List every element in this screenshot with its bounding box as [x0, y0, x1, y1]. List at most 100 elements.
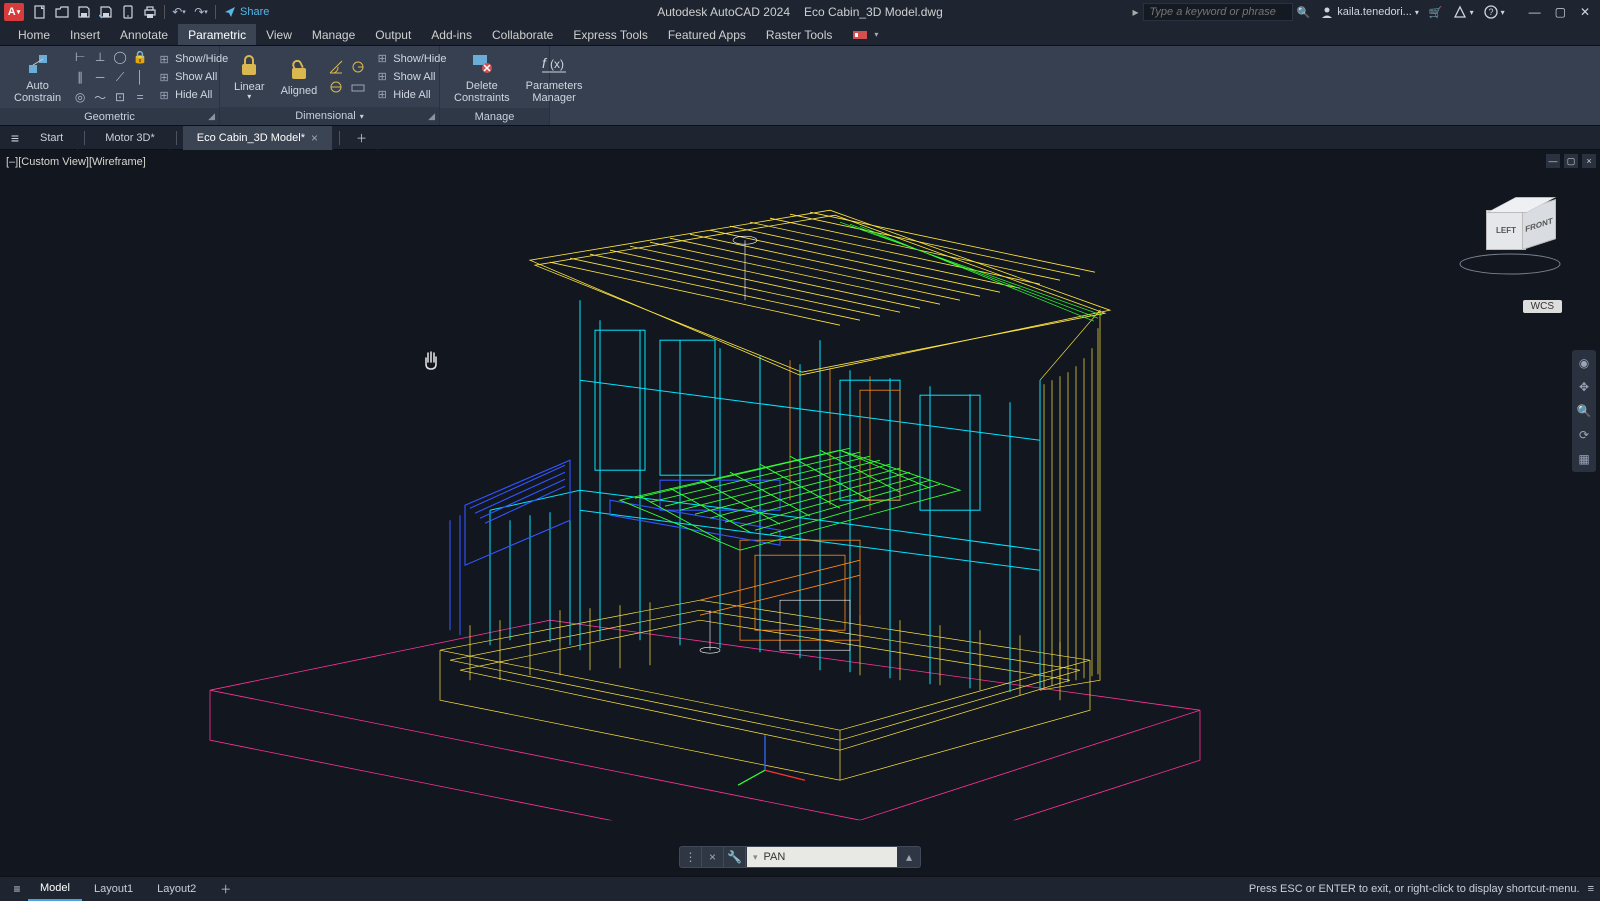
search-box[interactable]: ▸ 🔍: [1133, 3, 1311, 21]
app-menu-button[interactable]: A▾: [4, 3, 24, 21]
aligned-button[interactable]: Aligned: [275, 53, 324, 99]
showmotion-icon[interactable]: ▦: [1575, 450, 1593, 468]
linear-button[interactable]: Linear▾: [228, 49, 271, 104]
add-layout-button[interactable]: ＋: [208, 877, 243, 901]
tab-insert[interactable]: Insert: [60, 24, 110, 45]
cmd-wrench-icon[interactable]: 🔧: [724, 846, 746, 868]
status-customize-icon[interactable]: ≡: [1588, 883, 1594, 895]
smooth-icon[interactable]: ～: [91, 88, 109, 106]
layout-tab-layout2[interactable]: Layout2: [145, 877, 208, 901]
doc-tab-motor3d[interactable]: Motor 3D*: [91, 126, 170, 150]
plot-icon[interactable]: [142, 4, 158, 20]
cmd-recent-icon[interactable]: ▾: [753, 852, 758, 863]
redo-icon[interactable]: ↷▾: [193, 4, 209, 20]
search-input[interactable]: [1143, 3, 1293, 21]
horizontal-icon[interactable]: ─: [91, 68, 109, 86]
diameter-icon[interactable]: [327, 78, 345, 96]
cmd-customize-icon[interactable]: ⋮: [680, 846, 702, 868]
angular-icon[interactable]: [327, 58, 345, 76]
tab-annotate[interactable]: Annotate: [110, 24, 178, 45]
parameters-manager-button[interactable]: f(x) Parameters Manager: [520, 48, 589, 106]
title-bar: A▾ ↶▾ ↷▾ Share Autodesk AutoCAD 2024 Eco…: [0, 0, 1600, 24]
dimensional-show-all-button[interactable]: ⊞Show All: [371, 69, 450, 85]
auto-constrain-button[interactable]: Auto Constrain: [8, 48, 67, 106]
close-tab-icon[interactable]: ×: [311, 131, 318, 145]
ribbon-extra-button[interactable]: ▾: [852, 24, 878, 45]
tab-home[interactable]: Home: [8, 24, 60, 45]
tab-manage[interactable]: Manage: [302, 24, 365, 45]
tab-collaborate[interactable]: Collaborate: [482, 24, 563, 45]
viewcube-compass-icon[interactable]: [1450, 252, 1570, 282]
wcs-label[interactable]: WCS: [1523, 300, 1562, 313]
layout-tab-model[interactable]: Model: [28, 877, 82, 901]
convert-icon[interactable]: [349, 78, 367, 96]
delete-constraints-icon: [468, 50, 496, 78]
delete-constraints-button[interactable]: Delete Constraints: [448, 48, 516, 106]
viewport-label[interactable]: [–][Custom View][Wireframe]: [6, 156, 146, 168]
tab-raster-tools[interactable]: Raster Tools: [756, 24, 842, 45]
pan-nav-icon[interactable]: ✥: [1575, 378, 1593, 396]
dimensional-show-hide-button[interactable]: ⊞Show/Hide: [371, 51, 450, 67]
save-icon[interactable]: [76, 4, 92, 20]
viewport-minimize-icon[interactable]: —: [1546, 154, 1560, 168]
dimensional-panel-expand-icon[interactable]: ◢: [428, 111, 435, 122]
layout-list-button[interactable]: ≡: [6, 882, 28, 896]
open-icon[interactable]: [54, 4, 70, 20]
tangent-icon[interactable]: ◯: [111, 48, 129, 66]
doc-tab-eco-cabin[interactable]: Eco Cabin_3D Model*×: [183, 126, 333, 150]
command-input[interactable]: ▾ PAN: [747, 847, 897, 867]
tab-featured-apps[interactable]: Featured Apps: [658, 24, 756, 45]
viewcube-left-face[interactable]: LEFT: [1486, 210, 1526, 250]
status-bar: ≡ Model Layout1 Layout2 ＋ Press ESC or E…: [0, 876, 1600, 900]
help-icon[interactable]: ?▾: [1484, 5, 1505, 19]
orbit-nav-icon[interactable]: ⟳: [1575, 426, 1593, 444]
close-button[interactable]: ✕: [1580, 5, 1590, 19]
constraint-icons-grid: ⊢ ⊥ ◯ 🔒 ∥ ─ ⟋ │ ◎ ～ ⊡ =: [71, 48, 149, 106]
doc-tab-start[interactable]: Start: [26, 126, 78, 150]
new-icon[interactable]: [32, 4, 48, 20]
autodesk-app-icon[interactable]: ▾: [1453, 5, 1474, 19]
lock-constraint-icon[interactable]: 🔒: [131, 48, 149, 66]
symmetric-icon[interactable]: ⊡: [111, 88, 129, 106]
maximize-button[interactable]: ▢: [1555, 5, 1566, 19]
full-nav-wheel-icon[interactable]: ◉: [1575, 354, 1593, 372]
account-button[interactable]: kaila.tenedori...▾: [1320, 5, 1419, 19]
zoom-nav-icon[interactable]: 🔍: [1575, 402, 1593, 420]
viewport-maximize-icon[interactable]: ▢: [1564, 154, 1578, 168]
tab-express-tools[interactable]: Express Tools: [563, 24, 657, 45]
show-hide-icon: ⊞: [157, 52, 171, 66]
radius-icon[interactable]: [349, 58, 367, 76]
concentric-icon[interactable]: ◎: [71, 88, 89, 106]
tab-view[interactable]: View: [256, 24, 302, 45]
coincident-icon[interactable]: ⊢: [71, 48, 89, 66]
cmd-close-icon[interactable]: ×: [702, 846, 724, 868]
vertical-icon[interactable]: │: [131, 68, 149, 86]
tab-addins[interactable]: Add-ins: [421, 24, 482, 45]
viewport-close-icon[interactable]: ×: [1582, 154, 1596, 168]
drawing-canvas[interactable]: [–][Custom View][Wireframe] — ▢ × LEFT F…: [0, 150, 1600, 876]
layout-tab-layout1[interactable]: Layout1: [82, 877, 145, 901]
drawing-list-button[interactable]: ≡: [4, 127, 26, 149]
perpendicular-icon[interactable]: ⊥: [91, 48, 109, 66]
tab-output[interactable]: Output: [365, 24, 421, 45]
tab-parametric[interactable]: Parametric: [178, 24, 256, 45]
minimize-button[interactable]: —: [1529, 5, 1541, 19]
svg-text:(x): (x): [550, 57, 564, 71]
collinear-icon[interactable]: ⟋: [111, 68, 129, 86]
document-tabs: ≡ Start Motor 3D* Eco Cabin_3D Model*× ＋: [0, 126, 1600, 150]
share-button[interactable]: Share: [224, 6, 269, 18]
parallel-icon[interactable]: ∥: [71, 68, 89, 86]
equal-icon[interactable]: =: [131, 88, 149, 106]
undo-icon[interactable]: ↶▾: [171, 4, 187, 20]
web-mobile-icon[interactable]: [120, 4, 136, 20]
search-icon[interactable]: 🔍: [1297, 6, 1311, 19]
geometric-panel-expand-icon[interactable]: ◢: [208, 111, 215, 122]
viewcube[interactable]: LEFT FRONT: [1450, 200, 1570, 290]
command-line[interactable]: ⋮ × 🔧 ▾ PAN ▴: [679, 846, 921, 868]
new-tab-button[interactable]: ＋: [346, 126, 378, 150]
dimensional-hide-all-button[interactable]: ⊞Hide All: [371, 87, 450, 103]
cart-icon[interactable]: 🛒: [1429, 6, 1443, 19]
fx-icon: f(x): [540, 50, 568, 78]
saveas-icon[interactable]: [98, 4, 114, 20]
cmd-expand-icon[interactable]: ▴: [898, 846, 920, 868]
